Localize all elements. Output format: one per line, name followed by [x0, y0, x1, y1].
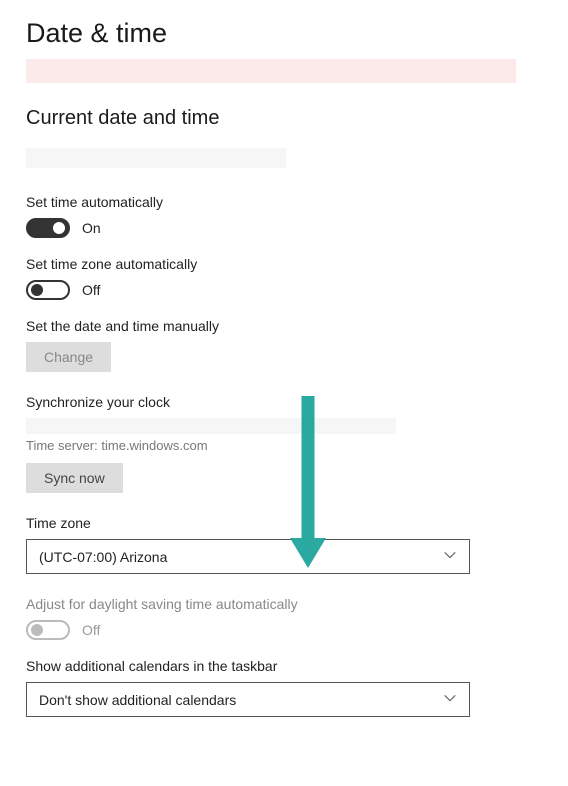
page-title: Date & time	[26, 18, 542, 49]
annotation-arrow-down	[286, 392, 330, 570]
additional-calendars-label: Show additional calendars in the taskbar	[26, 658, 542, 674]
chevron-down-icon	[443, 691, 457, 708]
dst-toggle	[26, 620, 70, 640]
section-title: Current date and time	[26, 107, 542, 130]
time-zone-label: Time zone	[26, 515, 542, 531]
redacted-datetime	[26, 148, 286, 168]
additional-calendars-select[interactable]: Don't show additional calendars	[26, 682, 470, 717]
set-zone-auto-label: Set time zone automatically	[26, 256, 542, 272]
time-server-text: Time server: time.windows.com	[26, 438, 542, 453]
set-time-auto-label: Set time automatically	[26, 194, 542, 210]
time-zone-select[interactable]: (UTC-07:00) Arizona	[26, 539, 470, 574]
set-zone-auto-toggle[interactable]	[26, 280, 70, 300]
set-time-auto-toggle[interactable]	[26, 218, 70, 238]
set-time-auto-state: On	[82, 220, 101, 236]
additional-calendars-selected: Don't show additional calendars	[39, 692, 236, 708]
redacted-banner	[26, 59, 516, 83]
time-zone-selected: (UTC-07:00) Arizona	[39, 549, 167, 565]
dst-label: Adjust for daylight saving time automati…	[26, 596, 542, 612]
chevron-down-icon	[443, 548, 457, 565]
set-manual-label: Set the date and time manually	[26, 318, 542, 334]
sync-clock-label: Synchronize your clock	[26, 394, 542, 410]
sync-now-button[interactable]: Sync now	[26, 463, 123, 493]
change-button[interactable]: Change	[26, 342, 111, 372]
set-zone-auto-state: Off	[82, 282, 100, 298]
redacted-sync-status	[26, 418, 396, 434]
dst-state: Off	[82, 622, 100, 638]
